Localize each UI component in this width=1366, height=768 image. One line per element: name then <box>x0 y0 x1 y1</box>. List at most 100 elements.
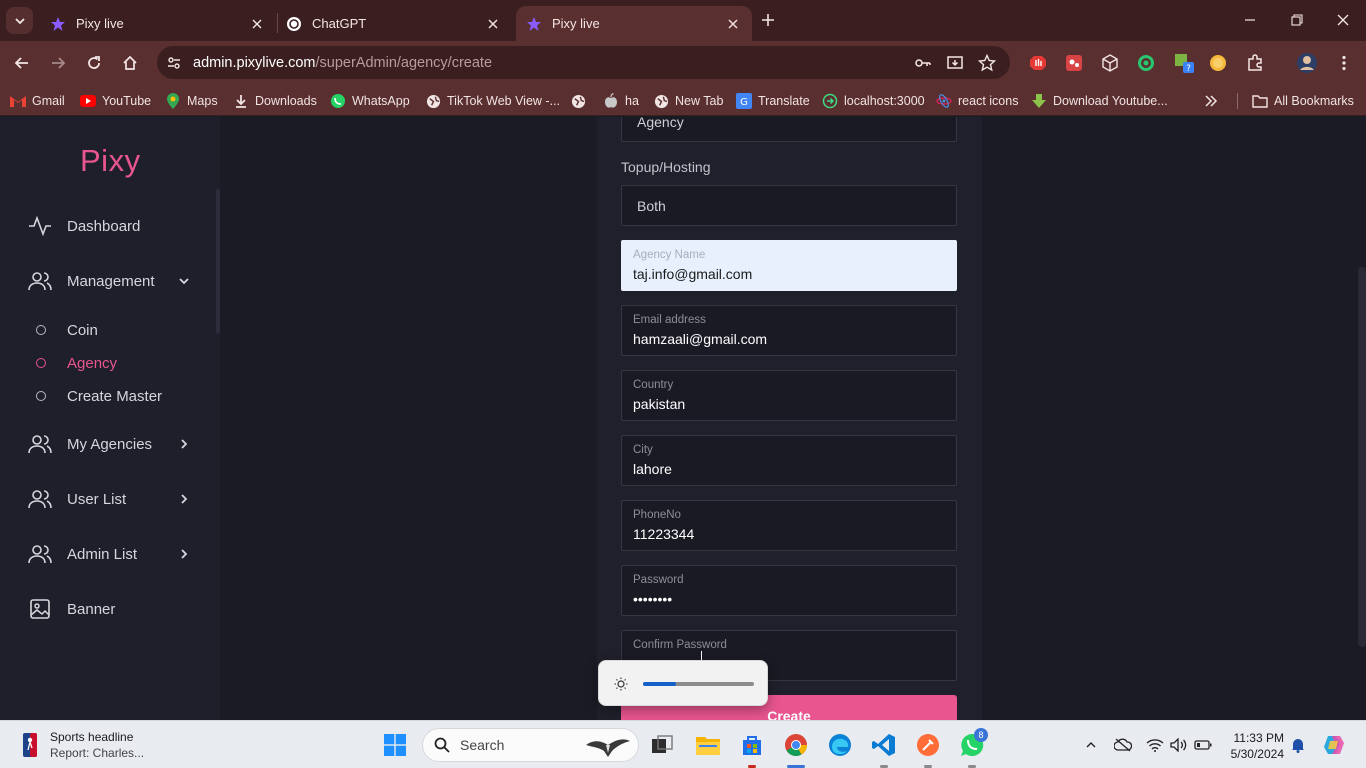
topup-hosting-select[interactable]: Both <box>621 185 957 226</box>
task-view-button[interactable] <box>646 729 678 761</box>
sidebar-item-dashboard[interactable]: Dashboard <box>28 213 140 239</box>
bookmark-label: react icons <box>958 94 1019 108</box>
system-clock[interactable]: 11:33 PM 5/30/2024 <box>1228 730 1284 762</box>
pixy-favicon-icon <box>526 16 542 32</box>
browser-tab[interactable]: ChatGPT <box>276 6 512 41</box>
red-extension-icon[interactable] <box>1063 52 1085 74</box>
bookmark-downloads[interactable]: Downloads <box>233 91 317 111</box>
sidebar-subitem-coin[interactable]: Coin <box>36 319 98 341</box>
back-button[interactable] <box>9 50 35 76</box>
volume-icon[interactable] <box>1169 735 1189 755</box>
address-bar[interactable]: admin.pixylive.com/superAdmin/agency/cre… <box>157 46 1010 79</box>
edge-button[interactable] <box>824 729 856 761</box>
tab-title: ChatGPT <box>312 16 367 31</box>
taskbar: Sports headline Report: Charles... Searc… <box>0 720 1366 768</box>
activity-icon <box>28 214 52 238</box>
browser-toolbar: admin.pixylive.com/superAdmin/agency/cre… <box>0 41 1366 85</box>
postman-button[interactable] <box>912 729 944 761</box>
minimize-button[interactable] <box>1238 8 1262 32</box>
cube-extension-icon[interactable] <box>1099 52 1121 74</box>
country-field[interactable]: Country pakistan <box>621 370 957 421</box>
translate-icon: G <box>736 93 752 109</box>
bookmark-download-youtube[interactable]: Download Youtube... <box>1031 91 1168 111</box>
browser-tab-active[interactable]: Pixy live <box>516 6 752 41</box>
sidebar-item-my-agencies[interactable]: My Agencies <box>28 431 188 457</box>
tab-title: Pixy live <box>552 16 600 31</box>
home-button[interactable] <box>117 50 143 76</box>
chrome-button[interactable] <box>780 729 812 761</box>
show-hidden-icons-button[interactable] <box>1081 735 1101 755</box>
bookmark-youtube[interactable]: YouTube <box>80 91 151 111</box>
site-info-icon[interactable] <box>159 48 189 78</box>
field-label: Email address <box>633 314 706 326</box>
bookmark-localhost[interactable]: localhost:3000 <box>822 91 925 111</box>
file-explorer-button[interactable] <box>692 729 724 761</box>
news-widget[interactable]: Sports headline Report: Charles... <box>18 727 144 763</box>
reload-button[interactable] <box>81 50 107 76</box>
bookmark-label: ha <box>625 94 639 108</box>
bookmark-whatsapp[interactable]: WhatsApp <box>330 91 410 111</box>
sidebar-subitem-agency[interactable]: Agency <box>36 352 117 374</box>
onedrive-icon[interactable] <box>1113 735 1133 755</box>
agency-name-field[interactable]: Agency Name taj.info@gmail.com <box>621 240 957 291</box>
agency-type-select[interactable]: Agency <box>621 117 957 142</box>
sidebar-subitem-create-master[interactable]: Create Master <box>36 385 162 407</box>
email-field[interactable]: Email address hamzaali@gmail.com <box>621 305 957 356</box>
adblock-extension-icon[interactable] <box>1027 52 1049 74</box>
bookmarks-overflow-button[interactable] <box>1204 91 1218 111</box>
forward-button[interactable] <box>45 50 71 76</box>
taskbar-search[interactable]: Search <box>422 728 639 762</box>
tab-search-button[interactable] <box>6 7 33 34</box>
sidebar-scrollbar[interactable] <box>216 189 220 334</box>
bookmark-react-icons[interactable]: react icons <box>936 91 1018 111</box>
profile-avatar-icon[interactable] <box>1296 52 1318 74</box>
close-icon[interactable] <box>724 15 742 33</box>
bookmark-new-tab[interactable]: New Tab <box>653 91 723 111</box>
phone-field[interactable]: PhoneNo 11223344 <box>621 500 957 551</box>
copilot-icon[interactable] <box>1322 733 1346 757</box>
wifi-icon[interactable] <box>1145 735 1165 755</box>
install-app-icon[interactable] <box>945 53 965 73</box>
close-window-button[interactable] <box>1331 8 1355 32</box>
field-label: Agency Name <box>633 249 706 261</box>
sidebar-item-management[interactable]: Management <box>28 268 189 294</box>
brightness-slider[interactable] <box>643 682 754 686</box>
new-tab-button[interactable] <box>756 8 780 32</box>
users-icon <box>28 432 52 456</box>
chevron-right-icon <box>176 546 192 562</box>
password-field[interactable]: Password •••••••• <box>621 565 957 616</box>
target-extension-icon[interactable] <box>1135 52 1157 74</box>
bookmark-translate[interactable]: G Translate <box>736 91 810 111</box>
password-key-icon[interactable] <box>913 53 933 73</box>
city-field[interactable]: City lahore <box>621 435 957 486</box>
coin-extension-icon[interactable] <box>1207 52 1229 74</box>
restore-button[interactable] <box>1285 8 1309 32</box>
sidebar-item-user-list[interactable]: User List <box>28 486 188 512</box>
puzzle-badge-extension-icon[interactable]: ? <box>1173 52 1195 74</box>
bookmark-ha[interactable]: ha <box>603 91 639 111</box>
star-icon[interactable] <box>977 53 997 73</box>
bookmark-maps[interactable]: Maps <box>165 91 218 111</box>
vscode-button[interactable] <box>868 729 900 761</box>
bookmark-globe[interactable] <box>570 91 592 111</box>
close-icon[interactable] <box>248 15 266 33</box>
notification-bell-icon[interactable] <box>1288 735 1308 755</box>
battery-icon[interactable] <box>1193 735 1213 755</box>
bookmark-gmail[interactable]: Gmail <box>10 91 65 111</box>
sidebar-item-banner[interactable]: Banner <box>28 596 115 622</box>
page-scrollbar[interactable] <box>1358 267 1366 647</box>
logo[interactable]: Pixy <box>80 143 141 179</box>
start-button[interactable] <box>379 729 411 761</box>
bookmark-label: WhatsApp <box>352 94 410 108</box>
tab-strip: Pixy live ChatGPT Pixy live <box>0 0 1366 41</box>
all-bookmarks-button[interactable]: All Bookmarks <box>1252 91 1354 111</box>
extensions-puzzle-icon[interactable] <box>1244 52 1266 74</box>
bookmark-tiktok[interactable]: TikTok Web View -... <box>425 91 560 111</box>
close-icon[interactable] <box>484 15 502 33</box>
arrow-left-icon <box>14 57 28 69</box>
arrow-right-icon <box>52 57 66 69</box>
microsoft-store-button[interactable] <box>736 729 768 761</box>
browser-tab[interactable]: Pixy live <box>40 6 276 41</box>
more-menu-icon[interactable] <box>1333 52 1355 74</box>
sidebar-item-admin-list[interactable]: Admin List <box>28 541 188 567</box>
